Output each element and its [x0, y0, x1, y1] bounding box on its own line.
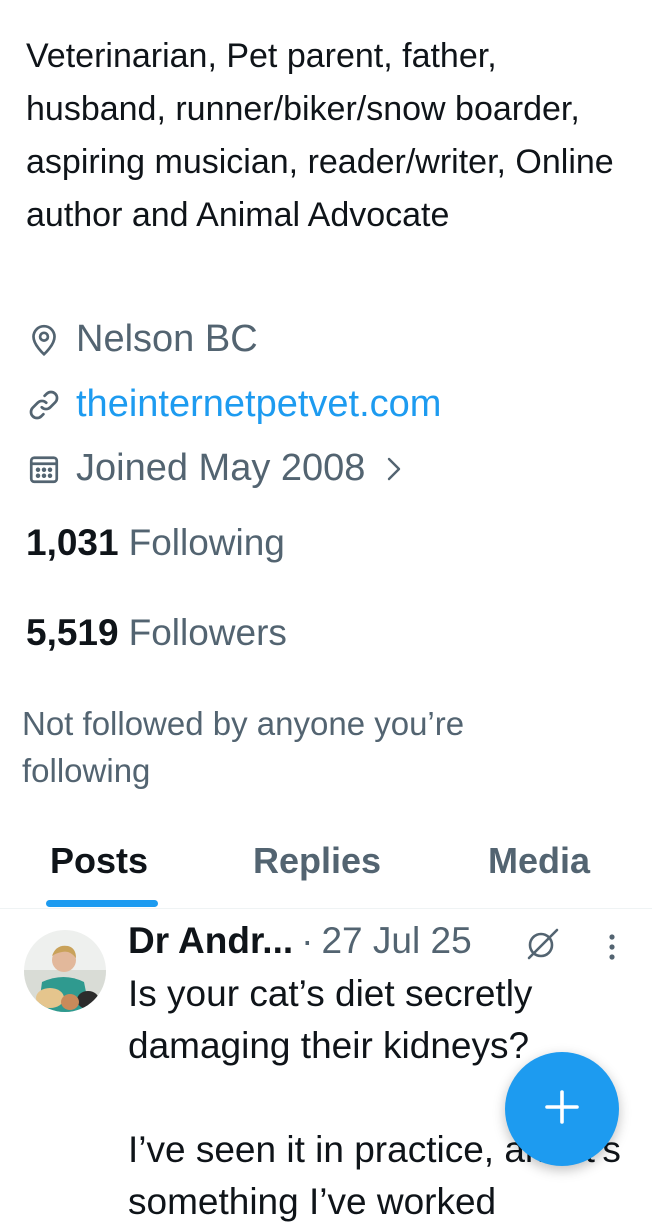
calendar-icon [26, 451, 62, 487]
followers-count: 5,519 [26, 612, 119, 653]
followers-stat[interactable]: 5,519 Followers [26, 612, 287, 654]
following-count: 1,031 [26, 522, 119, 563]
website-link[interactable]: theinternetpetvet.com [76, 383, 441, 426]
post-separator: · [301, 920, 314, 961]
profile-website[interactable]: theinternetpetvet.com [26, 383, 441, 426]
post-date[interactable]: 27 Jul 25 [321, 920, 471, 962]
profile-joined[interactable]: Joined May 2008 [26, 447, 405, 490]
not-followed-text: Not followed by anyone you’re following [22, 705, 465, 789]
grok-icon[interactable] [523, 926, 561, 962]
following-label: Following [128, 522, 285, 563]
post-author-name[interactable]: Dr Andr... [128, 920, 293, 962]
tab-replies[interactable]: Replies [253, 840, 381, 882]
tab-posts[interactable]: Posts [50, 840, 148, 882]
tab-media[interactable]: Media [488, 840, 590, 882]
location-pin-icon [26, 322, 62, 358]
compose-button[interactable] [505, 1052, 619, 1166]
more-vertical-icon[interactable] [602, 930, 622, 964]
chevron-right-icon[interactable] [383, 454, 405, 484]
location-text: Nelson BC [76, 318, 258, 360]
profile-location: Nelson BC [26, 318, 258, 361]
joined-text: Joined May 2008 [76, 447, 366, 489]
avatar[interactable] [24, 930, 106, 1012]
followers-label: Followers [128, 612, 287, 653]
profile-tabs: Posts Replies Media [0, 830, 652, 909]
post-header: Dr Andr... · 27 Jul 25 [128, 920, 472, 962]
following-stat[interactable]: 1,031 Following [26, 522, 285, 564]
active-tab-indicator [46, 900, 158, 907]
link-icon [26, 387, 62, 423]
plus-icon [542, 1087, 582, 1132]
profile-bio: Veterinarian, Pet parent, father, husban… [26, 37, 614, 234]
